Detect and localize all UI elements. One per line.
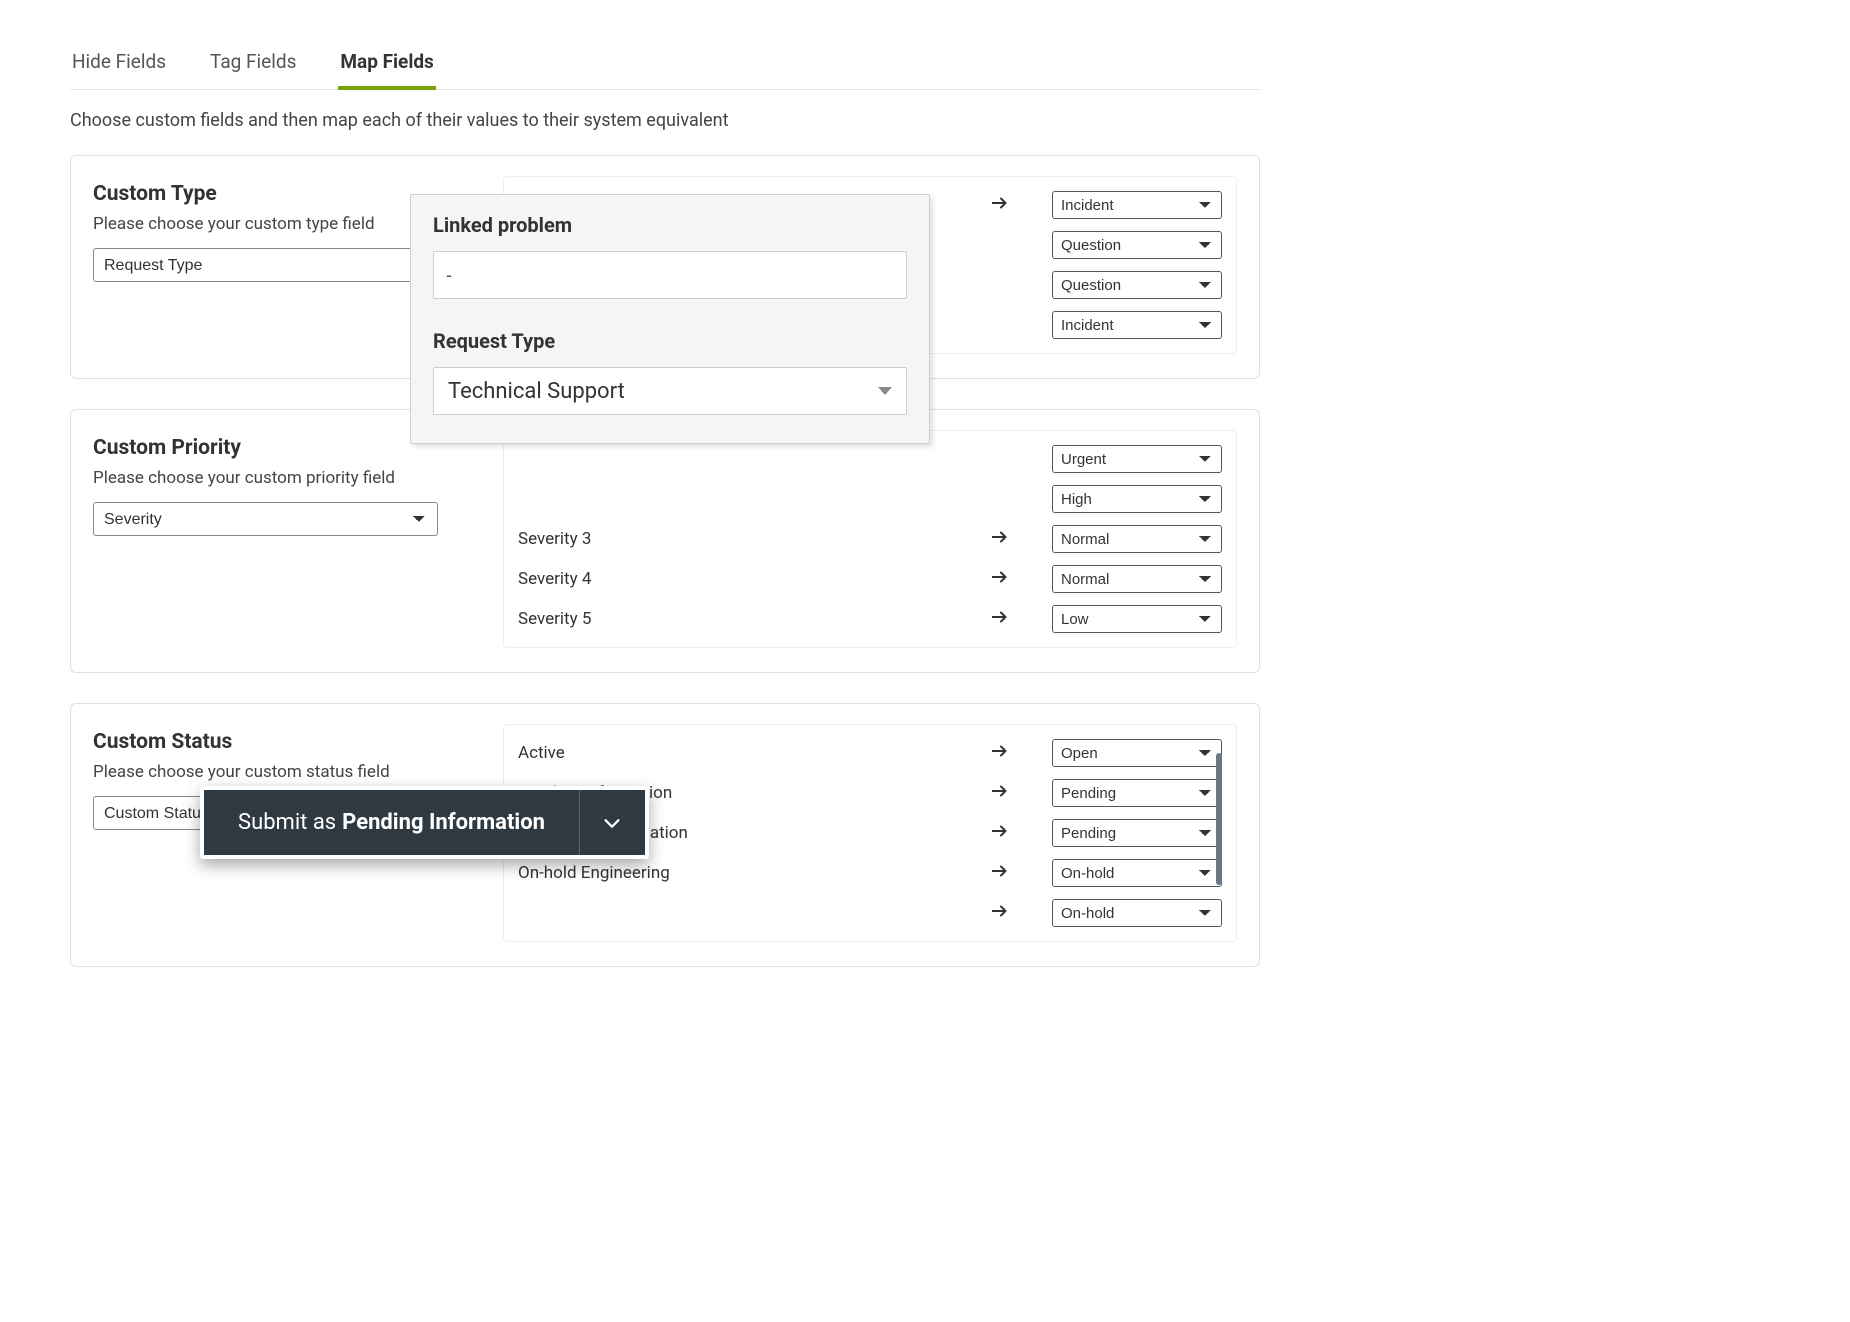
mapping-target-select[interactable]: Low [1052,605,1222,633]
mapping-source-label: Active [518,743,992,763]
request-type-title: Request Type [433,329,907,353]
custom-priority-field-select[interactable]: Severity [93,502,438,536]
custom-status-title: Custom Status [93,730,473,754]
table-row: On-hold Engineering On-hold [518,853,1222,893]
mapping-target-select[interactable]: Pending [1052,779,1222,807]
chevron-down-icon [878,387,892,395]
table-row: Active Open [518,733,1222,773]
submit-split-button: Submit as Pending Information [200,786,649,859]
arrow-icon [992,863,1052,883]
request-type-value: Technical Support [448,379,625,404]
field-tabs: Hide Fields Tag Fields Map Fields [70,40,1260,90]
arrow-icon [992,823,1052,843]
linked-problem-popup: Linked problem Request Type Technical Su… [410,194,930,444]
arrow-icon [992,743,1052,763]
mapping-source-label: Severity 5 [518,609,992,629]
scrollbar-thumb[interactable] [1216,753,1222,885]
mapping-source-label: Severity 3 [518,529,992,549]
tab-tag-fields[interactable]: Tag Fields [208,40,298,89]
custom-priority-mappings: Urgent High Severity 3 Normal Severity 4… [503,430,1237,648]
chevron-down-icon [601,812,623,834]
request-type-select[interactable]: Technical Support [433,367,907,415]
arrow-icon [992,609,1052,629]
submit-dropdown-button[interactable] [579,790,645,855]
submit-status: Pending Information [342,810,545,835]
mapping-target-select[interactable]: On-hold [1052,859,1222,887]
submit-button[interactable]: Submit as Pending Information [204,790,579,855]
table-row: High [518,479,1222,519]
mapping-target-select[interactable]: Normal [1052,525,1222,553]
mapping-target-select[interactable]: High [1052,485,1222,513]
custom-type-field-select[interactable]: Request Type [93,248,438,282]
mapping-target-select[interactable]: Open [1052,739,1222,767]
mapping-source-label: Severity 4 [518,569,992,589]
mapping-target-select[interactable]: Question [1052,231,1222,259]
arrow-icon [992,569,1052,589]
arrow-icon [992,783,1052,803]
mapping-target-select[interactable]: Pending [1052,819,1222,847]
mapping-target-select[interactable]: On-hold [1052,899,1222,927]
tab-map-fields[interactable]: Map Fields [338,40,435,89]
submit-prefix: Submit as [238,810,336,835]
tab-hide-fields[interactable]: Hide Fields [70,40,168,89]
arrow-icon [992,529,1052,549]
table-row: Severity 4 Normal [518,559,1222,599]
linked-problem-input[interactable] [433,251,907,299]
mapping-target-select[interactable]: Normal [1052,565,1222,593]
table-row: On-hold [518,893,1222,933]
custom-priority-hint: Please choose your custom priority field [93,468,473,488]
custom-status-hint: Please choose your custom status field [93,762,473,782]
linked-problem-title: Linked problem [433,213,907,237]
table-row: Urgent [518,439,1222,479]
mapping-target-select[interactable]: Question [1052,271,1222,299]
arrow-icon [992,195,1052,215]
custom-priority-card: Custom Priority Please choose your custo… [70,409,1260,673]
arrow-icon [992,903,1052,923]
table-row: Severity 3 Normal [518,519,1222,559]
mapping-target-select[interactable]: Incident [1052,191,1222,219]
instructions-text: Choose custom fields and then map each o… [70,110,1260,131]
mapping-source-label: On-hold Engineering [518,863,992,883]
mapping-target-select[interactable]: Urgent [1052,445,1222,473]
table-row: Severity 5 Low [518,599,1222,639]
mapping-target-select[interactable]: Incident [1052,311,1222,339]
